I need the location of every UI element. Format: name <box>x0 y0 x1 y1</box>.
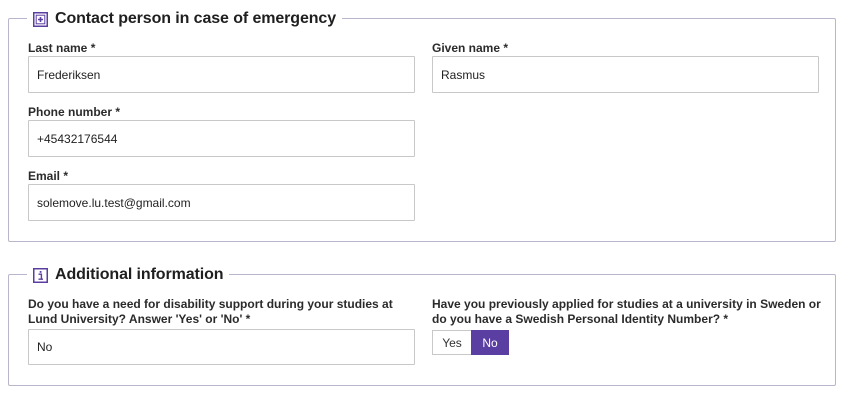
last-name-label: Last name * <box>28 41 96 55</box>
option-no-button[interactable]: No <box>471 330 509 355</box>
additional-info-section: Additional information Do you have a nee… <box>8 264 836 386</box>
last-name-input[interactable]: Frederiksen <box>28 56 415 93</box>
disability-question-label: Do you have a need for disability suppor… <box>28 297 393 326</box>
info-icon <box>33 267 48 283</box>
previous-application-toggle: Yes No <box>432 330 509 355</box>
email-input[interactable]: solemove.lu.test@gmail.com <box>28 184 415 221</box>
previous-application-label: Have you previously applied for studies … <box>432 297 821 326</box>
disability-answer-input[interactable]: No <box>28 329 415 365</box>
phone-label: Phone number * <box>28 105 121 119</box>
emergency-contact-section: Contact person in case of emergency Last… <box>8 8 836 242</box>
first-aid-icon <box>33 11 48 27</box>
option-yes-button[interactable]: Yes <box>432 330 471 355</box>
phone-input[interactable]: +45432176544 <box>28 120 415 157</box>
section-title: Contact person in case of emergency <box>55 10 337 27</box>
additional-info-legend: Additional information <box>27 264 230 286</box>
emergency-contact-legend: Contact person in case of emergency <box>27 8 343 30</box>
email-label: Email * <box>28 169 69 183</box>
section-title: Additional information <box>55 266 224 283</box>
given-name-label: Given name * <box>432 41 509 55</box>
given-name-input[interactable]: Rasmus <box>432 56 819 93</box>
